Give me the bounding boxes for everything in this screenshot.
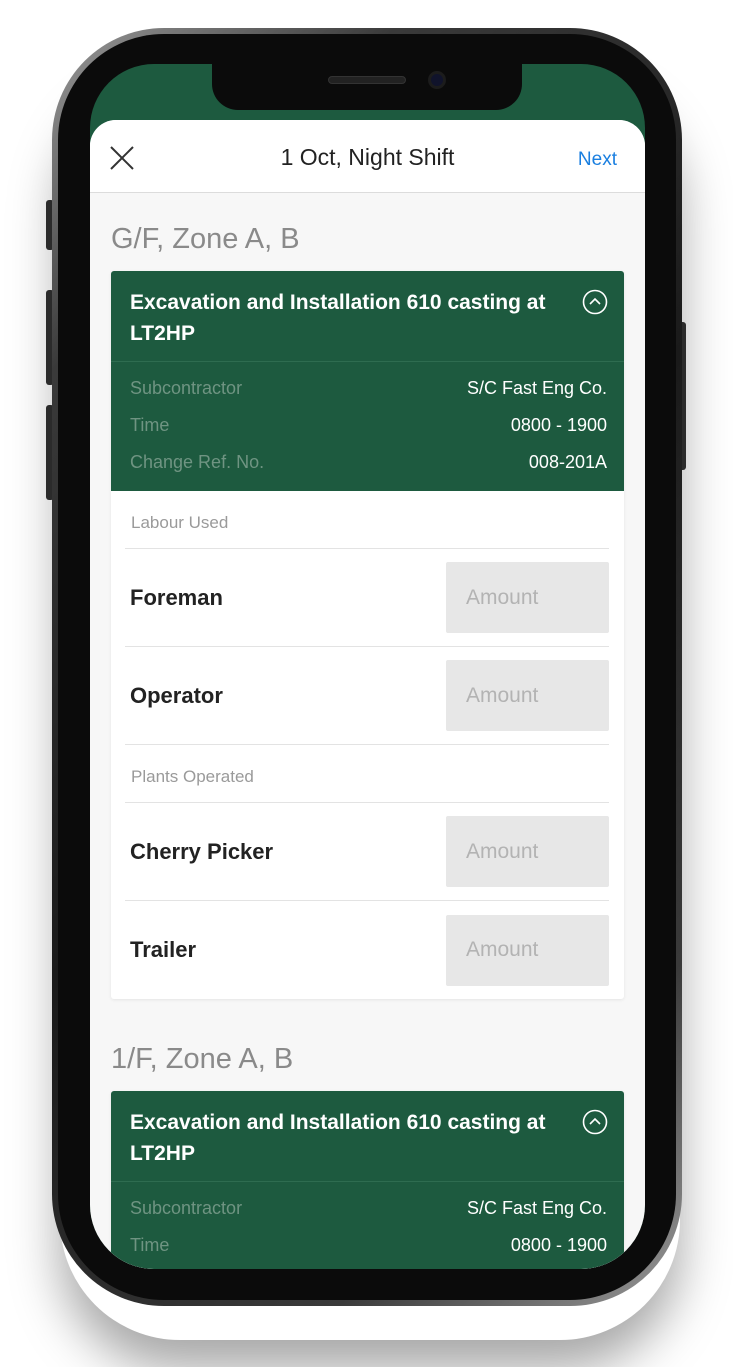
item-name: Foreman (130, 584, 223, 610)
amount-input[interactable] (446, 562, 609, 633)
list-item: Operator (125, 647, 609, 745)
meta-row-time: Time 0800 - 1900 (130, 1227, 607, 1264)
list-item: Cherry Picker (125, 803, 609, 901)
meta-value: 0800 - 1900 (510, 1235, 607, 1255)
section-title: 1/F, Zone A, B (111, 1043, 294, 1075)
zone-section: G/F, Zone A, B Excavation and Installati… (90, 193, 645, 999)
amount-input[interactable] (446, 914, 609, 986)
card-meta: Subcontractor S/C Fast Eng Co. Time 0800… (111, 1182, 624, 1269)
next-button[interactable]: Next (578, 149, 617, 171)
card-title: Excavation and Installation 610 casting … (130, 291, 546, 345)
meta-value: S/C Fast Eng Co. (466, 1198, 607, 1218)
chevron-up-circle-icon[interactable] (582, 289, 608, 315)
list-item: Trailer (125, 901, 609, 999)
card-meta: Subcontractor S/C Fast Eng Co. Time 0800… (111, 362, 624, 491)
nav-bar: 1 Oct, Night Shift Next (90, 120, 645, 193)
amount-input[interactable] (446, 816, 609, 887)
card-title-row[interactable]: Excavation and Installation 610 casting … (111, 1091, 624, 1182)
chevron-up-circle-icon[interactable] (582, 1109, 608, 1135)
meta-label: Time (130, 1235, 170, 1255)
meta-value: 0800 - 1900 (510, 415, 607, 435)
item-name: Cherry Picker (130, 838, 274, 864)
list-item: Foreman (125, 549, 609, 647)
meta-row-subcontractor: Subcontractor S/C Fast Eng Co. (130, 370, 607, 407)
modal-sheet: 1 Oct, Night Shift Next G/F, Zone A, B E… (90, 120, 645, 1269)
notch (212, 64, 522, 110)
group-label-labour: Labour Used (125, 491, 609, 549)
section-title: G/F, Zone A, B (111, 223, 300, 255)
meta-value: 008-201A (528, 452, 607, 472)
item-name: Trailer (130, 937, 197, 962)
card-header: Excavation and Installation 610 casting … (111, 271, 624, 491)
group-label-plants: Plants Operated (125, 745, 609, 803)
zone-section: 1/F, Zone A, B Excavation and Installati… (90, 1013, 645, 1269)
front-camera (428, 71, 446, 89)
meta-label: Time (130, 415, 170, 435)
meta-label: Subcontractor (130, 378, 243, 398)
task-card: Excavation and Installation 610 casting … (111, 1091, 624, 1269)
page-title: 1 Oct, Night Shift (280, 144, 455, 170)
meta-label: Change Ref. No. (130, 452, 265, 472)
meta-row-time: Time 0800 - 1900 (130, 407, 607, 444)
meta-row-subcontractor: Subcontractor S/C Fast Eng Co. (130, 1190, 607, 1227)
card-title: Excavation and Installation 610 casting … (130, 1111, 546, 1165)
amount-input[interactable] (446, 660, 609, 731)
meta-row-change-ref: Change Ref. No. 008-201A (130, 444, 607, 481)
task-card: Excavation and Installation 610 casting … (111, 271, 624, 999)
card-title-row[interactable]: Excavation and Installation 610 casting … (111, 271, 624, 362)
speaker-grille (328, 76, 406, 84)
item-name: Operator (130, 682, 223, 708)
meta-label: Subcontractor (130, 1198, 243, 1218)
meta-value: S/C Fast Eng Co. (466, 378, 607, 398)
phone-screen: 1 Oct, Night Shift Next G/F, Zone A, B E… (90, 64, 645, 1269)
card-header: Excavation and Installation 610 casting … (111, 1091, 624, 1269)
